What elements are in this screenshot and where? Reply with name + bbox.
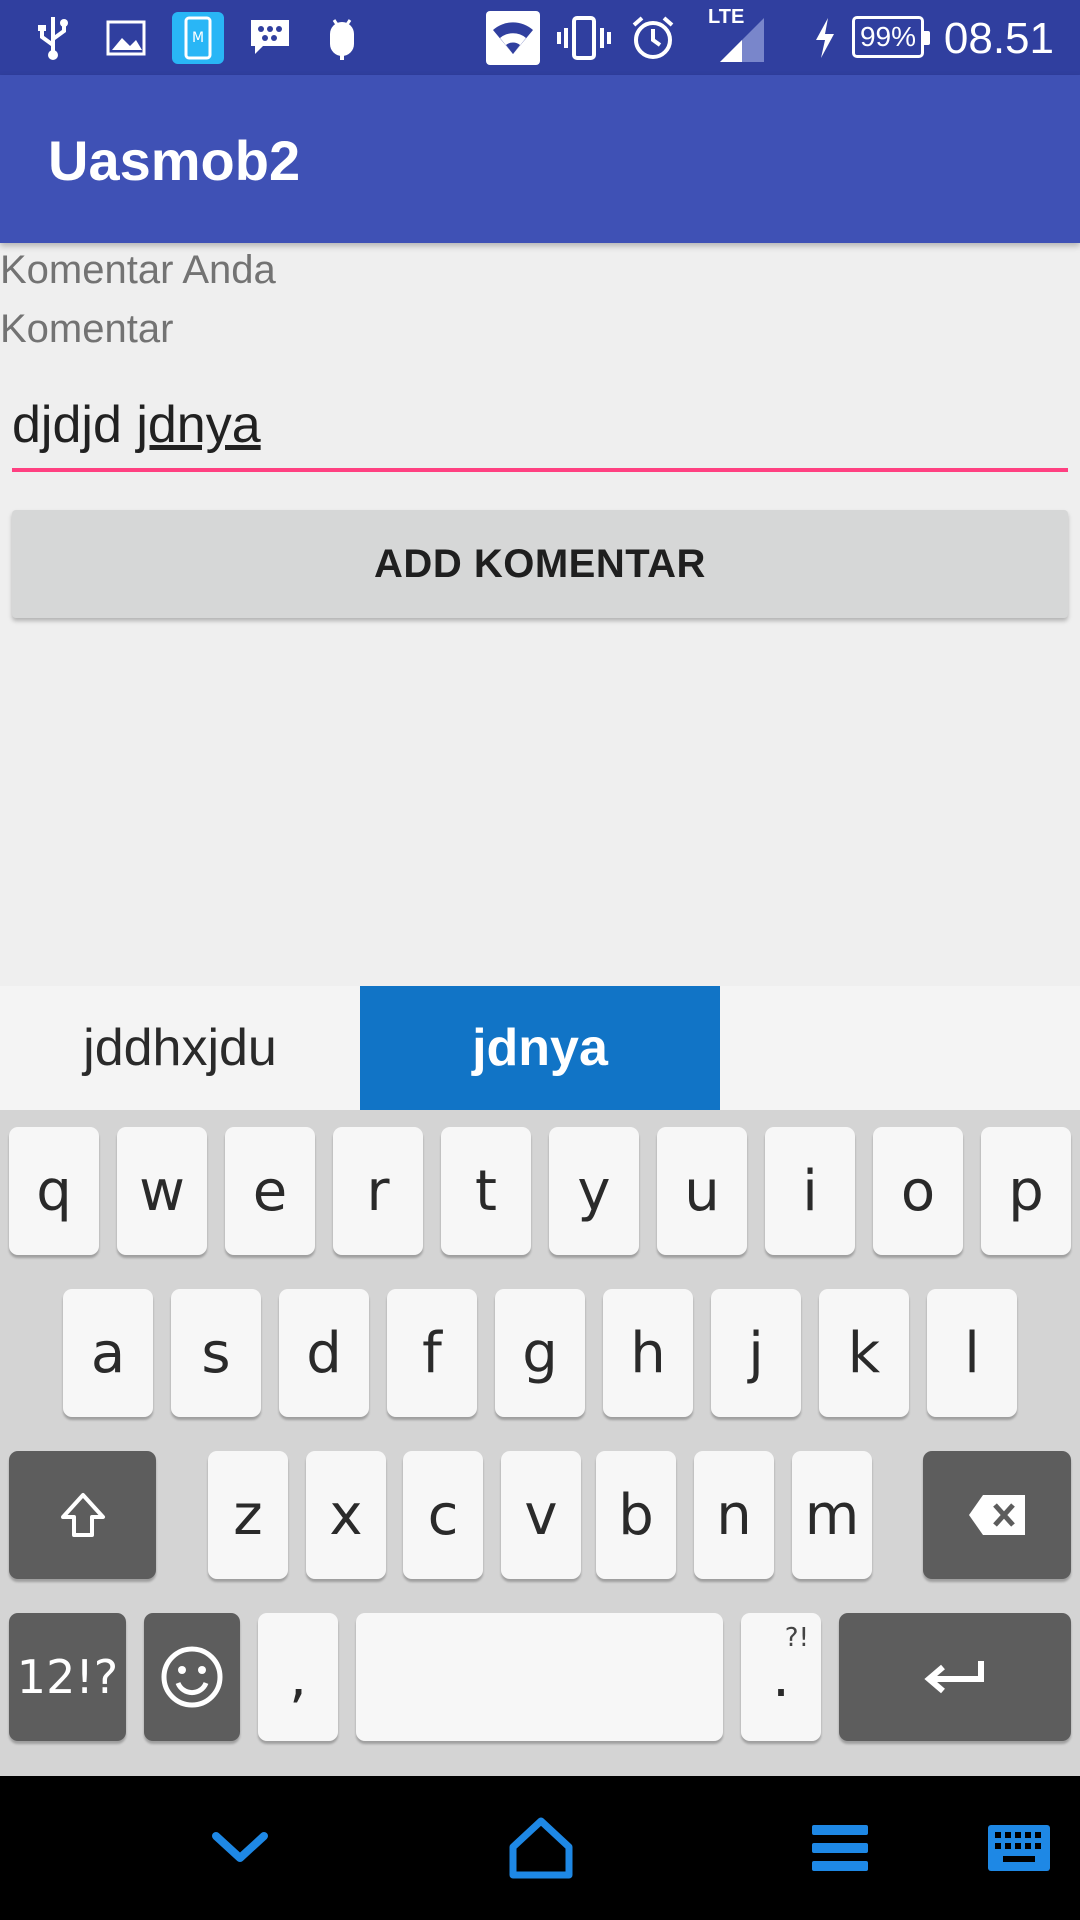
enter-arrow-icon <box>924 1661 984 1694</box>
wifi-icon <box>486 11 540 65</box>
suggestion-item[interactable] <box>720 986 1080 1110</box>
key-q[interactable]: q <box>9 1127 99 1255</box>
key-l[interactable]: l <box>927 1289 1017 1417</box>
key-d[interactable]: d <box>279 1289 369 1417</box>
shift-arrow-icon <box>60 1493 105 1537</box>
key-c[interactable]: c <box>403 1451 483 1579</box>
backspace-key[interactable] <box>923 1451 1071 1579</box>
key-j[interactable]: j <box>711 1289 801 1417</box>
key-a[interactable]: a <box>63 1289 153 1417</box>
status-time: 08.51 <box>943 14 1054 63</box>
phone-sync-icon: M <box>172 12 224 64</box>
home-icon[interactable] <box>506 1776 576 1920</box>
suggestion-item[interactable]: jddhxjdu <box>0 986 360 1110</box>
key-m[interactable]: m <box>792 1451 872 1579</box>
svg-text:M: M <box>192 30 204 46</box>
input-text-prefix: djdjd <box>12 396 137 454</box>
key-i[interactable]: i <box>765 1127 855 1255</box>
input-composing-word: jdnya <box>136 396 261 454</box>
battery-indicator: 99% <box>852 16 930 58</box>
android-debug-icon <box>322 12 362 64</box>
bbm-icon <box>248 12 292 64</box>
usb-icon <box>32 12 74 64</box>
key-p[interactable]: p <box>981 1127 1071 1255</box>
emoji-key[interactable] <box>144 1613 240 1741</box>
key-b[interactable]: b <box>596 1451 676 1579</box>
alarm-icon <box>630 12 676 64</box>
menu-icon[interactable] <box>808 1776 872 1920</box>
key-r[interactable]: r <box>333 1127 423 1255</box>
enter-key[interactable] <box>839 1613 1071 1741</box>
key-w[interactable]: w <box>117 1127 207 1255</box>
symbols-key[interactable]: 12!? <box>9 1613 126 1741</box>
key-o[interactable]: o <box>873 1127 963 1255</box>
period-key[interactable]: . ?! <box>741 1613 821 1741</box>
charging-icon <box>810 12 840 64</box>
suggestion-item-active[interactable]: jdnya <box>360 986 720 1110</box>
comment-field-label: Komentar <box>0 307 174 351</box>
smiley-icon <box>161 1646 223 1708</box>
key-v[interactable]: v <box>501 1451 581 1579</box>
backspace-icon <box>969 1495 1025 1535</box>
shift-key[interactable] <box>9 1451 156 1579</box>
key-y[interactable]: y <box>549 1127 639 1255</box>
key-z[interactable]: z <box>208 1451 288 1579</box>
key-x[interactable]: x <box>306 1451 386 1579</box>
key-f[interactable]: f <box>387 1289 477 1417</box>
key-n[interactable]: n <box>694 1451 774 1579</box>
comma-key[interactable]: , <box>258 1613 338 1741</box>
app-title: Uasmob2 <box>48 129 301 192</box>
key-u[interactable]: u <box>657 1127 747 1255</box>
back-chevron-icon[interactable] <box>210 1776 270 1920</box>
add-comment-button[interactable]: ADD KOMENTAR <box>12 510 1068 618</box>
key-s[interactable]: s <box>171 1289 261 1417</box>
comment-heading: Komentar Anda <box>0 248 276 292</box>
key-e[interactable]: e <box>225 1127 315 1255</box>
key-h[interactable]: h <box>603 1289 693 1417</box>
space-key[interactable] <box>356 1613 723 1741</box>
period-key-alt-label: ?! <box>784 1623 809 1653</box>
signal-icon <box>718 14 766 66</box>
period-key-label: . <box>772 1644 790 1710</box>
app-bar: Uasmob2 <box>0 75 1080 243</box>
key-t[interactable]: t <box>441 1127 531 1255</box>
comment-input[interactable]: djdjd jdnya <box>12 390 1068 472</box>
gallery-icon <box>104 12 148 64</box>
suggestion-strip: jddhxjdu jdnya <box>0 986 1080 1110</box>
vibrate-icon <box>556 12 612 64</box>
status-bar: M LTE 99% 08.51 <box>0 0 1080 75</box>
key-g[interactable]: g <box>495 1289 585 1417</box>
key-k[interactable]: k <box>819 1289 909 1417</box>
soft-keyboard: q w e r t y u i o p a s d f g h j k l z … <box>0 1110 1080 1776</box>
navigation-bar <box>0 1776 1080 1920</box>
keyboard-switch-icon[interactable] <box>986 1776 1052 1920</box>
